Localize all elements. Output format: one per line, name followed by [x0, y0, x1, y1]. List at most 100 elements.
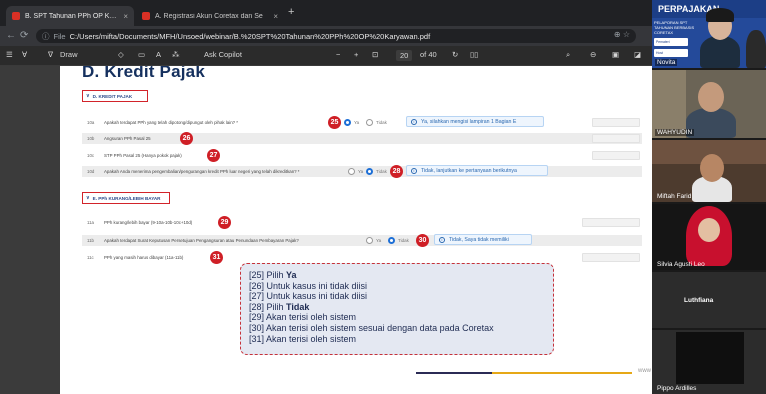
- search-icon[interactable]: ⌕: [566, 50, 570, 60]
- tab-spt-tahunan[interactable]: B. SPT Tahunan PPh OP Karyawan ×: [6, 6, 134, 26]
- participant-tile-silvia[interactable]: Silvia Agusti Leo: [652, 204, 766, 270]
- reload-icon[interactable]: ⟳: [20, 30, 28, 41]
- address-bar: ← ⟳ ⓘ File C:/Users/mifta/Documents/MFH/…: [0, 26, 652, 46]
- step-badge-29: 29: [218, 216, 231, 229]
- contents-icon[interactable]: ☰: [6, 50, 13, 59]
- save-icon[interactable]: ▣: [612, 50, 619, 59]
- zoom-in-button[interactable]: +: [354, 50, 358, 59]
- annotation-line-28: [28] Pilih Tidak: [249, 301, 310, 312]
- url-text: C:/Users/mifta/Documents/MFH/Unsoed/webi…: [69, 31, 431, 41]
- form-row-10a: 10a Apakah terdapat PPh yang telah dipot…: [82, 117, 642, 128]
- row-question: Angsuran PPh Pasal 25: [104, 136, 151, 141]
- footer-url: www: [638, 368, 651, 374]
- participant-name: WAHYUDIN: [655, 129, 695, 136]
- radio-yes-10d[interactable]: [348, 168, 355, 175]
- annotation-line-26: [26] Untuk kasus ini tidak diisi: [249, 280, 368, 291]
- info-icon: i: [439, 236, 445, 243]
- back-arrow-icon[interactable]: ←: [6, 30, 16, 41]
- participant-tile-miftah-farid[interactable]: Miftah Farid: [652, 140, 766, 202]
- annotation-line-25: [25] Pilih Ya: [249, 270, 297, 280]
- participant-tile-pippo[interactable]: Pippo Ardilles: [652, 330, 766, 394]
- chevron-down-icon: ∨: [86, 93, 90, 99]
- draw-icon[interactable]: ∇: [48, 50, 53, 59]
- annotation-box: [25] Pilih Ya [26] Untuk kasus ini tidak…: [240, 263, 554, 355]
- participant-name: Miftah Farid: [657, 193, 692, 200]
- fit-page-icon[interactable]: ⊡: [372, 50, 378, 59]
- pdf-icon: [12, 12, 20, 20]
- rotate-icon[interactable]: ↻: [452, 50, 458, 59]
- info-text: Ya, silahkan mengisi lampiran 1 Bagian E: [421, 118, 517, 125]
- person-face: [698, 218, 720, 242]
- person-body: [700, 36, 740, 68]
- draw-button[interactable]: Draw: [60, 50, 78, 59]
- pin-icon[interactable]: ◪: [634, 50, 641, 59]
- input-11a[interactable]: [582, 218, 640, 227]
- row-code: 10c: [87, 153, 95, 158]
- radio-no-10a[interactable]: [366, 119, 373, 126]
- participant-tile-luthfiana[interactable]: Luthfiana: [652, 272, 766, 328]
- radio-label-no: Tidak: [376, 169, 387, 174]
- tab-registrasi-akun[interactable]: A. Registrasi Akun Coretax dan Se ×: [136, 6, 284, 26]
- info-box-10a: i Ya, silahkan mengisi lampiran 1 Bagian…: [406, 116, 544, 127]
- step-badge-25: 25: [328, 116, 341, 129]
- section-d-header: ∨ D. KREDIT PAJAK: [82, 90, 148, 102]
- person-hair: [706, 8, 734, 22]
- participant-name: Novita: [655, 59, 678, 66]
- input-10c[interactable]: [592, 151, 640, 160]
- close-icon[interactable]: ×: [273, 12, 278, 21]
- input-10b[interactable]: [592, 134, 640, 143]
- slide-item: Pemateri: [654, 38, 688, 46]
- row-code: 10a: [87, 120, 95, 125]
- annotation-line-29: [29] Akan terisi oleh sistem: [249, 312, 357, 323]
- row-question: Apakah terdapat PPh yang telah dipotong/…: [104, 120, 239, 125]
- radio-no-10d[interactable]: [366, 168, 373, 175]
- person-face: [698, 82, 724, 112]
- participant-tile-novita[interactable]: PERPAJAKAN PELAPORAN SPT TAHUNAN BERBASI…: [652, 0, 766, 68]
- read-aloud-icon[interactable]: A: [156, 50, 161, 59]
- form-row-11b: 11b Apakah terdapat Surat Keputusan Pers…: [82, 235, 642, 246]
- translate-icon[interactable]: ⁂: [172, 50, 180, 59]
- zoom-out-button[interactable]: −: [336, 50, 340, 59]
- row-code: 11a: [87, 220, 94, 225]
- radio-label-yes: Ya: [354, 120, 360, 125]
- radio-no-11b[interactable]: [388, 237, 395, 244]
- annotation-line-30: [30] Akan terisi oleh sistem sesuai deng…: [249, 322, 494, 333]
- form-row-10b: 10b Angsuran PPh Pasal 25: [82, 133, 642, 144]
- slide-subtitle: PELAPORAN SPT TAHUNAN BERBASIS CORETAX: [654, 20, 695, 35]
- footer-bar-dark: [416, 372, 492, 374]
- info-box-10d: i Tidak, lanjutkan ke pertanyaan berikut…: [406, 165, 548, 176]
- page-number-input[interactable]: 20: [396, 50, 413, 61]
- new-tab-button[interactable]: +: [288, 6, 294, 18]
- highlight-icon[interactable]: ∀: [22, 50, 27, 59]
- eraser-icon[interactable]: ◇: [118, 50, 124, 59]
- page-view-icon[interactable]: ▯▯: [470, 50, 478, 59]
- ask-copilot-button[interactable]: Ask Copilot: [204, 50, 242, 59]
- radio-yes-11b[interactable]: [366, 237, 373, 244]
- view-icon[interactable]: ▭: [138, 50, 145, 59]
- slide-item: Host: [654, 49, 688, 57]
- row-code: 11b: [87, 238, 94, 243]
- row-question: STP PPh Pasal 25 (Hanya pokok pajak): [104, 153, 182, 158]
- form-row-11c: 11c PPh yang masih harus dibayar (11a-11…: [82, 252, 642, 263]
- row-code: 11c: [87, 255, 94, 260]
- info-text: Tidak, lanjutkan ke pertanyaan berikutny…: [421, 167, 517, 174]
- screen: B. SPT Tahunan PPh OP Karyawan × A. Regi…: [0, 0, 766, 394]
- info-icon: ⓘ: [42, 31, 50, 41]
- meeting-panel: PERPAJAKAN PELAPORAN SPT TAHUNAN BERBASI…: [652, 0, 766, 394]
- print-icon[interactable]: ⊖: [590, 50, 596, 59]
- pdf-page[interactable]: D. Kredit Pajak ∨ D. KREDIT PAJAK 10a Ap…: [60, 66, 652, 394]
- row-question: Apakah terdapat Surat Keputusan Persetuj…: [104, 238, 299, 243]
- radio-yes-10a[interactable]: [344, 119, 351, 126]
- tab-title: B. SPT Tahunan PPh OP Karyawan: [25, 12, 120, 20]
- zoom-icon[interactable]: ⊕ ☆: [614, 30, 630, 39]
- background-shelf: [652, 70, 686, 138]
- close-icon[interactable]: ×: [123, 12, 128, 21]
- row-code: 10d: [87, 169, 95, 174]
- annotation-line-27: [27] Untuk kasus ini tidak diisi: [249, 291, 368, 302]
- participant-tile-wahyudin[interactable]: WAHYUDIN: [652, 70, 766, 138]
- row-code: 10b: [87, 136, 95, 141]
- section-d-title: D. KREDIT PAJAK: [92, 93, 133, 99]
- input-10a[interactable]: [592, 118, 640, 127]
- input-11c[interactable]: [582, 253, 640, 262]
- url-field[interactable]: ⓘ File C:/Users/mifta/Documents/MFH/Unso…: [36, 29, 636, 43]
